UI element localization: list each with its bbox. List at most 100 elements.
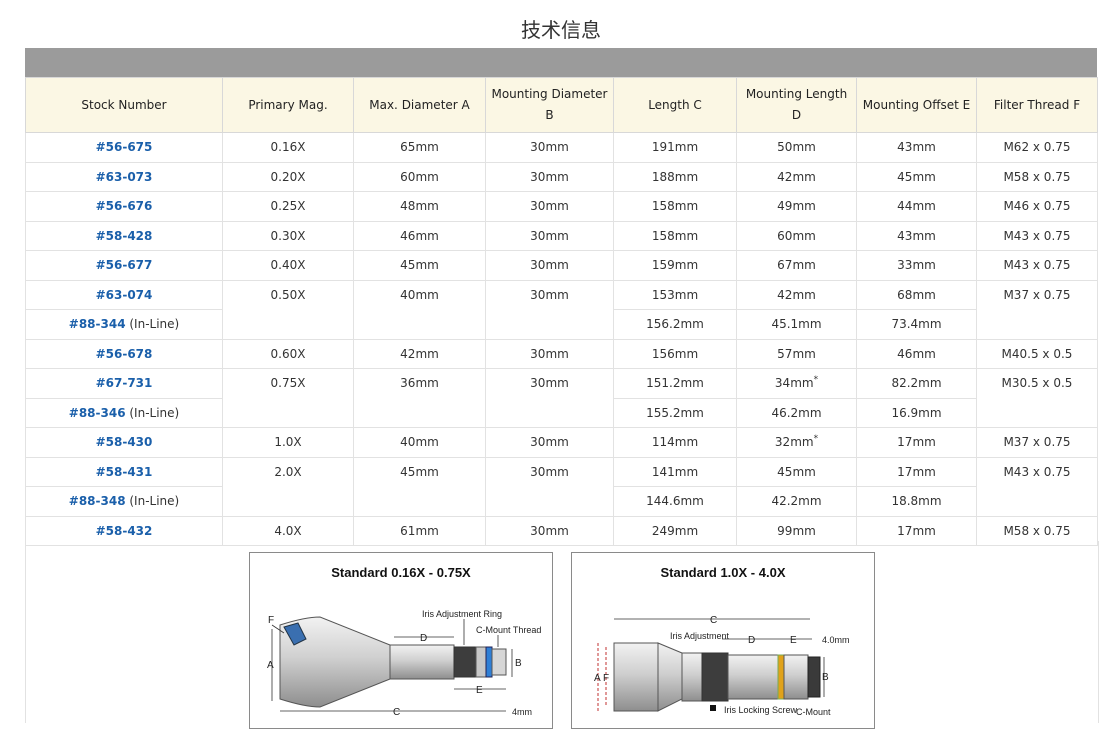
lens-front-housing xyxy=(613,642,659,712)
cell-mag: 0.30X xyxy=(222,220,354,251)
cell-dia-a: 48mm xyxy=(353,191,486,222)
cell-thr-f: M40.5 x 0.5 xyxy=(976,338,1098,369)
cell-off-e: 16.9mm xyxy=(856,397,977,428)
cell-thr-f: M43 x 0.75 xyxy=(976,220,1098,251)
cell-dia-b: 30mm xyxy=(485,427,614,458)
col-header-off-e: Mounting Offset E xyxy=(856,77,977,133)
label-4mm: 4.0mm xyxy=(822,635,850,645)
cell-dia-b: 30mm xyxy=(485,368,614,428)
cell-off-e: 43mm xyxy=(856,220,977,251)
cell-mag: 0.50X xyxy=(222,279,354,340)
cell-off-e: 45mm xyxy=(856,161,977,192)
diagram-area: Standard 0.16X - 0.75X F A Iris Adjustme… xyxy=(25,541,1099,729)
cell-dia-a: 45mm xyxy=(353,456,486,517)
stock-link[interactable]: #63-073 xyxy=(96,170,153,184)
len-d-value: 32mm xyxy=(774,435,814,450)
cell-dia-b: 30mm xyxy=(485,456,614,517)
stock-link[interactable]: #58-430 xyxy=(96,435,153,449)
table-row: #56-676 0.25X 48mm 30mm 158mm 49mm 44mm … xyxy=(25,191,1098,222)
cell-off-e: 17mm xyxy=(856,456,977,487)
cell-dia-a: 42mm xyxy=(353,338,486,369)
cell-dia-b: 30mm xyxy=(485,191,614,222)
cell-dia-b: 30mm xyxy=(485,220,614,251)
cell-thr-f: M46 x 0.75 xyxy=(976,191,1098,222)
cell-len-c: 191mm xyxy=(613,132,737,163)
cell-mag: 0.20X xyxy=(222,161,354,192)
cell-dia-a: 36mm xyxy=(353,368,486,428)
table-row: #58-430 1.0X 40mm 30mm 114mm 32mm* 17mm … xyxy=(25,427,1098,458)
cell-mag: 0.40X xyxy=(222,250,354,281)
cell-len-d: 45.1mm xyxy=(736,309,857,340)
diagram-title: Standard 0.16X - 0.75X xyxy=(331,565,471,580)
label-b: B xyxy=(515,658,522,669)
stock-link[interactable]: #58-432 xyxy=(96,524,153,538)
cell-dia-a: 45mm xyxy=(353,250,486,281)
len-d-value: 34mm xyxy=(774,376,814,391)
stock-link[interactable]: #56-678 xyxy=(96,347,153,361)
cell-mag: 0.75X xyxy=(222,368,354,428)
label-cmount: C-Mount xyxy=(796,707,831,717)
label-f: F xyxy=(603,673,609,684)
cell-len-c: 114mm xyxy=(613,427,737,458)
cell-len-c: 144.6mm xyxy=(613,486,737,517)
cell-dia-a: 40mm xyxy=(353,427,486,458)
cell-len-c: 156.2mm xyxy=(613,309,737,340)
stock-link[interactable]: #56-675 xyxy=(96,140,153,154)
c-mount xyxy=(807,656,821,698)
stock-link[interactable]: #58-431 xyxy=(96,465,153,479)
cell-mag: 2.0X xyxy=(222,456,354,517)
cell-len-c: 151.2mm xyxy=(613,368,737,399)
cell-len-d: 60mm xyxy=(736,220,857,251)
table-row: #58-428 0.30X 46mm 30mm 158mm 60mm 43mm … xyxy=(25,220,1098,251)
cell-thr-f: M62 x 0.75 xyxy=(976,132,1098,163)
footnote-mark: * xyxy=(813,375,819,386)
cell-off-e: 82.2mm xyxy=(856,368,977,399)
cell-len-d: 49mm xyxy=(736,191,857,222)
stock-link[interactable]: #88-346 xyxy=(69,406,126,420)
iris-ring xyxy=(453,646,477,678)
cell-off-e: 43mm xyxy=(856,132,977,163)
diagram-title: Standard 1.0X - 4.0X xyxy=(661,565,786,580)
table-header-row: Stock Number Primary Mag. Max. Diameter … xyxy=(25,77,1098,133)
lens-drawing-high-mag: Standard 1.0X - 4.0X C Iris Adjustment D… xyxy=(594,565,850,717)
cell-len-d: 42.2mm xyxy=(736,486,857,517)
cell-off-e: 44mm xyxy=(856,191,977,222)
stock-link[interactable]: #67-731 xyxy=(96,376,153,390)
cell-mag: 0.25X xyxy=(222,191,354,222)
footnote-mark: * xyxy=(813,434,819,445)
ring-spacer xyxy=(475,646,487,678)
table-banner xyxy=(25,48,1097,77)
page-title: 技术信息 xyxy=(521,18,601,42)
col-header-len-d: Mounting Length D xyxy=(736,77,857,133)
cell-off-e: 17mm xyxy=(856,427,977,458)
cell-mag: 1.0X xyxy=(222,427,354,458)
stock-link[interactable]: #88-348 xyxy=(69,494,126,508)
cell-len-c: 156mm xyxy=(613,338,737,369)
cell-off-e: 73.4mm xyxy=(856,309,977,340)
cell-off-e: 68mm xyxy=(856,279,977,310)
cell-len-c: 158mm xyxy=(613,191,737,222)
label-4mm: 4mm xyxy=(512,707,532,717)
spec-table: Stock Number Primary Mag. Max. Diameter … xyxy=(25,77,1098,546)
stock-link[interactable]: #63-074 xyxy=(96,288,153,302)
cell-dia-b: 30mm xyxy=(485,250,614,281)
diagram-standard-high-mag: Standard 1.0X - 4.0X C Iris Adjustment D… xyxy=(571,552,875,729)
inline-suffix: (In-Line) xyxy=(125,317,180,332)
cell-thr-f: M43 x 0.75 xyxy=(976,250,1098,281)
c-mount xyxy=(491,648,507,676)
label-d: D xyxy=(420,633,427,644)
label-cmount-thread: C-Mount Thread xyxy=(476,625,541,635)
label-c: C xyxy=(710,615,717,626)
cell-dia-a: 65mm xyxy=(353,132,486,163)
stock-link[interactable]: #88-344 xyxy=(69,317,126,331)
cell-dia-a: 60mm xyxy=(353,161,486,192)
iris-ring xyxy=(701,652,729,702)
cell-len-d: 42mm xyxy=(736,161,857,192)
label-screw: Iris Locking Screw xyxy=(724,705,798,715)
stock-link[interactable]: #56-677 xyxy=(96,258,153,272)
label-iris-ring: Iris Adjustment Ring xyxy=(422,609,502,619)
stock-link[interactable]: #56-676 xyxy=(96,199,153,213)
col-header-thr-f: Filter Thread F xyxy=(976,77,1098,133)
table-row: #63-074 0.50X 40mm 30mm 153mm 42mm 68mm … xyxy=(25,279,1098,340)
stock-link[interactable]: #58-428 xyxy=(96,229,153,243)
